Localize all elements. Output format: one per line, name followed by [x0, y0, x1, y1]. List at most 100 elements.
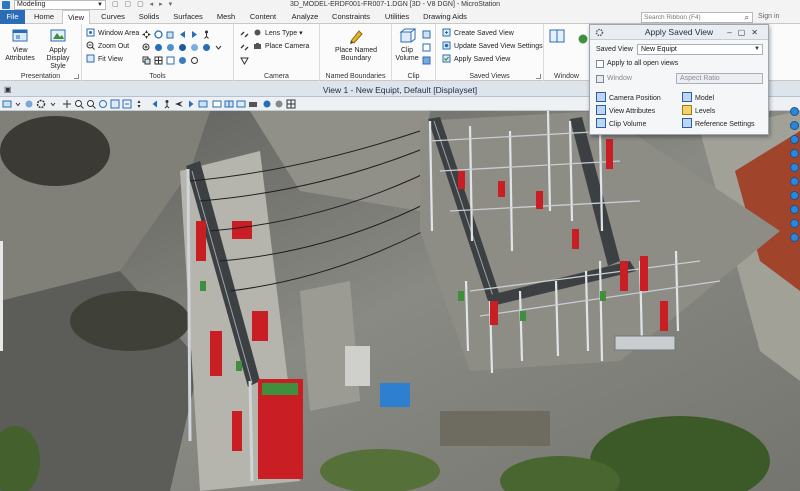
gear-icon[interactable] [36, 99, 46, 109]
window-icon[interactable] [212, 99, 222, 109]
clip-mask-icon[interactable] [422, 30, 431, 39]
tab-utilities[interactable]: Utilities [379, 10, 415, 24]
workspace-dropdown[interactable]: Modeling ▼ [14, 0, 106, 10]
toolbox-icon[interactable] [790, 191, 799, 200]
camera-position-option[interactable]: Camera Position [596, 92, 661, 103]
saved-view-dropdown[interactable]: New Equipt ▼ [637, 44, 763, 55]
render-sphere-icon[interactable] [202, 43, 211, 52]
tab-mesh[interactable]: Mesh [213, 10, 239, 24]
view-attributes-option[interactable]: View Attributes [596, 105, 655, 116]
display-style-icon[interactable] [24, 99, 34, 109]
view-menu-icon[interactable]: ▣ [4, 83, 12, 97]
camera-link-icon[interactable] [240, 43, 249, 52]
window-area-button[interactable]: Window Area [86, 28, 139, 40]
tab-surfaces[interactable]: Surfaces [168, 10, 208, 24]
toolbox-icon[interactable] [790, 205, 799, 214]
walk-icon[interactable] [202, 30, 211, 39]
render-sphere-icon[interactable] [166, 43, 175, 52]
toolbox-icon[interactable] [790, 149, 799, 158]
fit-view-icon[interactable] [110, 99, 120, 109]
tab-content[interactable]: Content [244, 10, 282, 24]
update-view-icon[interactable] [190, 56, 199, 65]
aspect-ratio-dropdown[interactable]: Aspect Ratio [676, 73, 763, 84]
copy-view-icon[interactable] [198, 99, 208, 109]
render-sphere-icon[interactable] [190, 43, 199, 52]
camera-link-icon[interactable] [240, 30, 249, 39]
reference-settings-option[interactable]: Reference Settings [682, 118, 755, 129]
create-saved-view-button[interactable]: Create Saved View [442, 28, 514, 40]
chevron-down-icon[interactable] [13, 99, 23, 109]
toolbox-icon[interactable] [790, 107, 799, 116]
view-previous-icon[interactable] [150, 99, 160, 109]
view-next-icon[interactable] [190, 30, 199, 39]
pan-icon[interactable] [142, 30, 151, 39]
zoom-out-button[interactable]: Zoom Out [86, 41, 129, 53]
view-previous-icon[interactable] [178, 30, 187, 39]
camera-icon[interactable] [248, 99, 258, 109]
render-sphere-icon[interactable] [178, 43, 187, 52]
toolbox-icon[interactable] [790, 219, 799, 228]
3d-viewport[interactable] [0, 111, 800, 491]
apply-saved-view-button[interactable]: Apply Saved View [442, 54, 510, 66]
tab-analyze[interactable]: Analyze [286, 10, 324, 24]
grid-icon[interactable] [286, 99, 296, 109]
toolbox-icon[interactable] [790, 163, 799, 172]
model-option[interactable]: Model [682, 92, 714, 103]
update-view-icon[interactable] [62, 99, 72, 109]
microstation-logo-icon[interactable] [2, 1, 10, 9]
fly-icon[interactable] [174, 99, 184, 109]
toolbox-icon[interactable] [790, 121, 799, 130]
lens-type-dropdown[interactable]: Lens Type ▾ [253, 28, 303, 40]
quick-access-toolbar[interactable]: ▢ ▢ ▢ ◂ ▸ ▾ [112, 0, 174, 10]
tab-solids[interactable]: Solids [134, 10, 164, 24]
render-sphere-icon[interactable] [178, 56, 187, 65]
levels-option[interactable]: Levels [682, 105, 715, 116]
dialog-launcher-icon[interactable] [536, 74, 541, 79]
dialog-launcher-icon[interactable] [74, 74, 79, 79]
rotate-view-icon[interactable] [122, 99, 132, 109]
view-attributes-button[interactable]: View Attributes [3, 27, 37, 63]
apply-all-views-checkbox[interactable] [596, 60, 604, 68]
lens-icon[interactable] [274, 99, 284, 109]
pan-icon[interactable] [134, 99, 144, 109]
clip-front-icon[interactable] [422, 43, 431, 52]
clip-back-icon[interactable] [422, 56, 431, 65]
tab-drawing-aids[interactable]: Drawing Aids [420, 10, 470, 24]
render-sphere-icon[interactable] [262, 99, 272, 109]
zoom-out-icon[interactable] [86, 99, 96, 109]
dialog-titlebar[interactable]: Apply Saved View –▢✕ [590, 25, 768, 40]
window-checkbox[interactable] [596, 75, 604, 83]
view-cube-icon[interactable] [166, 30, 175, 39]
sign-in-link[interactable]: Sign in [758, 10, 779, 24]
fit-view-button[interactable]: Fit View [86, 54, 123, 66]
tab-constraints[interactable]: Constraints [328, 10, 374, 24]
zoom-in-icon[interactable] [142, 43, 151, 52]
walk-icon[interactable] [162, 99, 172, 109]
view-next-icon[interactable] [186, 99, 196, 109]
camera-target-icon[interactable] [240, 56, 249, 65]
chevron-down-icon[interactable] [48, 99, 58, 109]
copy-view-icon[interactable] [142, 56, 151, 65]
toolbox-icon[interactable] [790, 233, 799, 242]
view-attributes-icon[interactable] [2, 99, 12, 109]
place-camera-button[interactable]: Place Camera [253, 41, 309, 53]
green-window-icon[interactable] [578, 34, 588, 44]
apply-display-style-button[interactable]: Apply Display Style [38, 27, 78, 71]
window-icon[interactable] [166, 56, 175, 65]
clip-mask-icon[interactable] [236, 99, 246, 109]
window-area-icon[interactable] [98, 99, 108, 109]
tab-home[interactable]: Home [30, 10, 58, 24]
clip-volume-icon[interactable] [224, 99, 234, 109]
tab-curves[interactable]: Curves [96, 10, 130, 24]
tab-file[interactable]: File [0, 10, 25, 24]
dialog-window-buttons[interactable]: –▢✕ [727, 25, 764, 40]
grid-icon[interactable] [154, 56, 163, 65]
rotate-view-icon[interactable] [154, 30, 163, 39]
ribbon-search-input[interactable]: Search Ribbon (F4) ⌕ [641, 12, 753, 23]
window-layout-button[interactable] [548, 27, 566, 47]
zoom-in-icon[interactable] [74, 99, 84, 109]
search-icon[interactable]: ⌕ [745, 13, 749, 22]
tab-view[interactable]: View [62, 10, 90, 25]
render-sphere-icon[interactable] [154, 43, 163, 52]
toolbox-icon[interactable] [790, 135, 799, 144]
